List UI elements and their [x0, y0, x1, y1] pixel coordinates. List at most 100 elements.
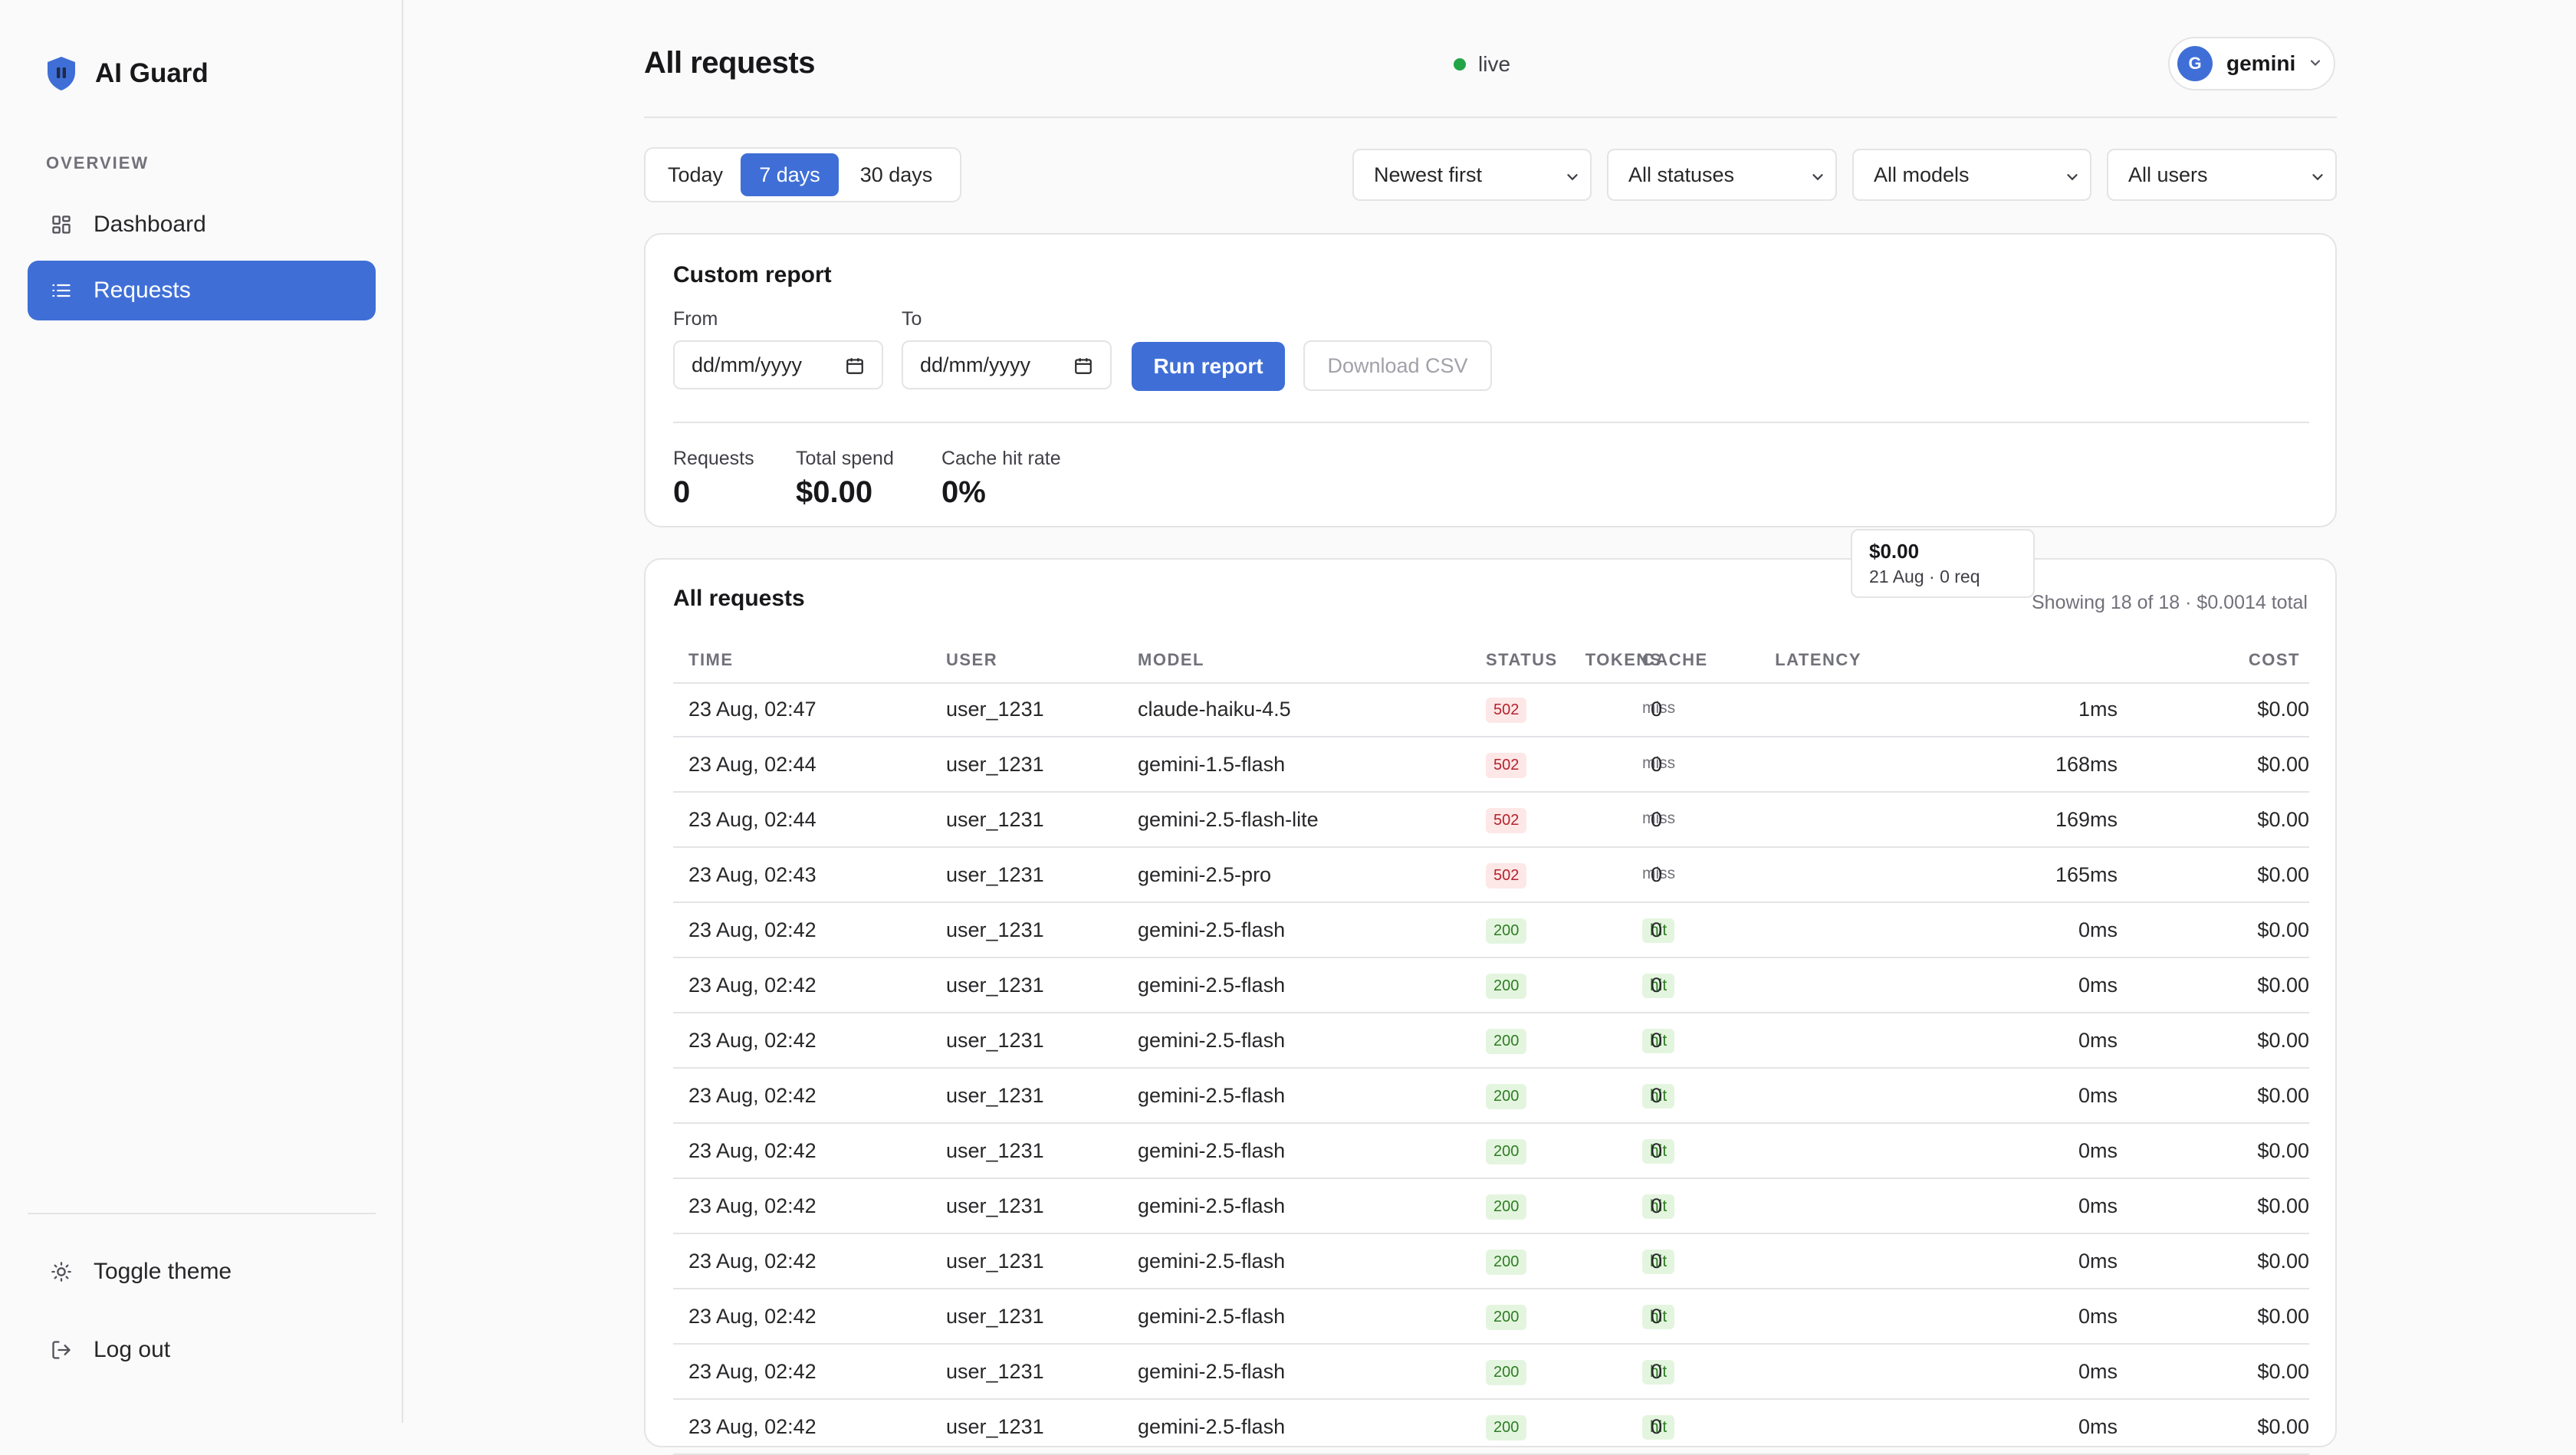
cell-time: 23 Aug, 02:44 — [688, 753, 816, 776]
user-select[interactable]: All users — [2107, 149, 2337, 201]
cell-user: user_1231 — [946, 1084, 1044, 1107]
table-row[interactable]: 23 Aug, 02:42 user_1231 gemini-2.5-flash 20… — [673, 1234, 2309, 1289]
live-label: live — [1478, 52, 1511, 76]
cell-model: gemini-2.5-flash-lite — [1138, 808, 1319, 831]
sidebar-item-label: Dashboard — [94, 212, 206, 237]
logout-icon — [49, 1338, 74, 1362]
sidebar-item-dashboard[interactable]: Dashboard — [28, 195, 376, 255]
table-summary: Showing 18 of 18 · $0.0014 total — [2032, 592, 2308, 613]
stat-cache-value: 0% — [941, 475, 986, 509]
cell-time: 23 Aug, 02:47 — [688, 698, 816, 721]
column-header-cost[interactable]: COST — [2249, 650, 2300, 670]
column-header-status[interactable]: STATUS — [1486, 650, 1558, 670]
status-select[interactable]: All statuses — [1607, 149, 1837, 201]
cell-cost: $0.00 — [2257, 974, 2309, 997]
cell-user: user_1231 — [946, 918, 1044, 941]
cell-model: gemini-2.5-flash — [1138, 918, 1286, 941]
chart-tooltip: $0.00 21 Aug · 0 req — [1851, 529, 2035, 598]
column-header-user[interactable]: USER — [946, 650, 997, 670]
range-30-days-button[interactable]: 30 days — [839, 153, 954, 196]
cell-cost: $0.00 — [2257, 1139, 2309, 1162]
sidebar-item-requests[interactable]: Requests — [28, 261, 376, 320]
chevron-down-icon — [2309, 167, 2326, 191]
table-row[interactable]: 23 Aug, 02:47 user_1231 claude-haiku-4.5 50… — [673, 682, 2309, 737]
toggle-theme-button[interactable]: Toggle theme — [28, 1242, 376, 1302]
table-row[interactable]: 23 Aug, 02:42 user_1231 gemini-2.5-flash 20… — [673, 1289, 2309, 1345]
cell-tokens: 0 — [1650, 1084, 1662, 1107]
run-report-button[interactable]: Run report — [1132, 342, 1285, 391]
status-badge: 200 — [1486, 1084, 1527, 1109]
cell-latency: 0ms — [2078, 1415, 2118, 1438]
range-today-button[interactable]: Today — [650, 153, 741, 196]
tooltip-subtext: 21 Aug · 0 req — [1869, 567, 1980, 586]
user-menu[interactable]: G gemini — [2168, 37, 2335, 90]
range-7-days-button[interactable]: 7 days — [741, 153, 839, 196]
cell-time: 23 Aug, 02:42 — [688, 1029, 816, 1052]
cell-model: gemini-2.5-flash — [1138, 974, 1286, 997]
cell-user: user_1231 — [946, 753, 1044, 776]
table-row[interactable]: 23 Aug, 02:44 user_1231 gemini-1.5-flash 50… — [673, 737, 2309, 793]
table-row[interactable]: 23 Aug, 02:42 user_1231 gemini-2.5-flash 20… — [673, 1400, 2309, 1455]
column-header-tokens[interactable]: TOKENS — [1585, 650, 1662, 670]
status-badge: 200 — [1486, 918, 1527, 944]
table-row[interactable]: 23 Aug, 02:42 user_1231 gemini-2.5-flash 20… — [673, 1179, 2309, 1234]
table-row[interactable]: 23 Aug, 02:42 user_1231 gemini-2.5-flash 20… — [673, 1124, 2309, 1179]
cell-model: claude-haiku-4.5 — [1138, 698, 1291, 721]
table-row[interactable]: 23 Aug, 02:43 user_1231 gemini-2.5-pro 502 m… — [673, 848, 2309, 903]
cell-tokens: 0 — [1650, 1360, 1662, 1383]
cell-tokens: 0 — [1650, 918, 1662, 941]
calendar-icon[interactable] — [845, 356, 865, 381]
app-name: AI Guard — [95, 58, 209, 88]
sort-select[interactable]: Newest first — [1352, 149, 1592, 201]
cell-cost: $0.00 — [2257, 1250, 2309, 1273]
logout-button[interactable]: Log out — [28, 1320, 376, 1380]
cell-model: gemini-2.5-flash — [1138, 1029, 1286, 1052]
status-badge: 200 — [1486, 974, 1527, 999]
status-badge: 502 — [1486, 753, 1527, 778]
chevron-down-icon — [2064, 167, 2081, 191]
table-row[interactable]: 23 Aug, 02:42 user_1231 gemini-2.5-flash 20… — [673, 958, 2309, 1013]
table-row[interactable]: 23 Aug, 02:42 user_1231 gemini-2.5-flash 20… — [673, 903, 2309, 958]
requests-table-card: All requests Showing 18 of 18 · $0.0014 … — [644, 558, 2337, 1455]
cell-tokens: 0 — [1650, 974, 1662, 997]
status-badge: 200 — [1486, 1194, 1527, 1220]
table-row[interactable]: 23 Aug, 02:42 user_1231 gemini-2.5-flash 20… — [673, 1345, 2309, 1400]
cell-time: 23 Aug, 02:42 — [688, 1305, 816, 1328]
calendar-icon[interactable] — [1073, 356, 1093, 381]
column-header-model[interactable]: MODEL — [1138, 650, 1204, 670]
cell-latency: 0ms — [2078, 1250, 2118, 1273]
cell-latency: 168ms — [2055, 753, 2118, 776]
cell-time: 23 Aug, 02:44 — [688, 808, 816, 831]
cell-cost: $0.00 — [2257, 808, 2309, 831]
section-label-overview: OVERVIEW — [46, 153, 150, 172]
page-title: All requests — [644, 46, 815, 80]
chevron-down-icon — [1564, 167, 1581, 191]
stat-requests-value: 0 — [673, 475, 691, 509]
brand[interactable]: AI Guard — [44, 55, 209, 92]
cell-tokens: 0 — [1650, 808, 1662, 831]
cell-latency: 0ms — [2078, 1084, 2118, 1107]
column-header-latency[interactable]: LATENCY — [1775, 650, 1861, 670]
stat-spend-value: $0.00 — [796, 475, 873, 509]
table-row[interactable]: 23 Aug, 02:42 user_1231 gemini-2.5-flash 20… — [673, 1013, 2309, 1069]
avatar: G — [2177, 46, 2213, 81]
table-row[interactable]: 23 Aug, 02:44 user_1231 gemini-2.5-flash-l… — [673, 793, 2309, 848]
model-select-value: All models — [1874, 163, 1970, 186]
cell-time: 23 Aug, 02:43 — [688, 863, 816, 886]
table-header: TIME USER MODEL STATUS CACHE TOKENS LATE… — [673, 639, 2309, 684]
from-date-input[interactable]: dd/mm/yyyy — [673, 340, 883, 389]
cell-cost: $0.00 — [2257, 1029, 2309, 1052]
table-row[interactable]: 23 Aug, 02:42 user_1231 gemini-2.5-flash 20… — [673, 1069, 2309, 1124]
shield-logo-icon — [48, 57, 75, 90]
cell-model: gemini-2.5-flash — [1138, 1305, 1286, 1328]
cell-model: gemini-2.5-flash — [1138, 1360, 1286, 1383]
to-date-input[interactable]: dd/mm/yyyy — [902, 340, 1112, 389]
cell-latency: 1ms — [2078, 698, 2118, 721]
cell-time: 23 Aug, 02:42 — [688, 918, 816, 941]
header-divider — [644, 117, 2337, 118]
column-header-time[interactable]: TIME — [688, 650, 734, 670]
custom-report-card: Custom report From To dd/mm/yyyy dd/mm/y… — [644, 233, 2337, 527]
download-csv-button[interactable]: Download CSV — [1303, 340, 1492, 391]
cell-latency: 165ms — [2055, 863, 2118, 886]
model-select[interactable]: All models — [1852, 149, 2091, 201]
